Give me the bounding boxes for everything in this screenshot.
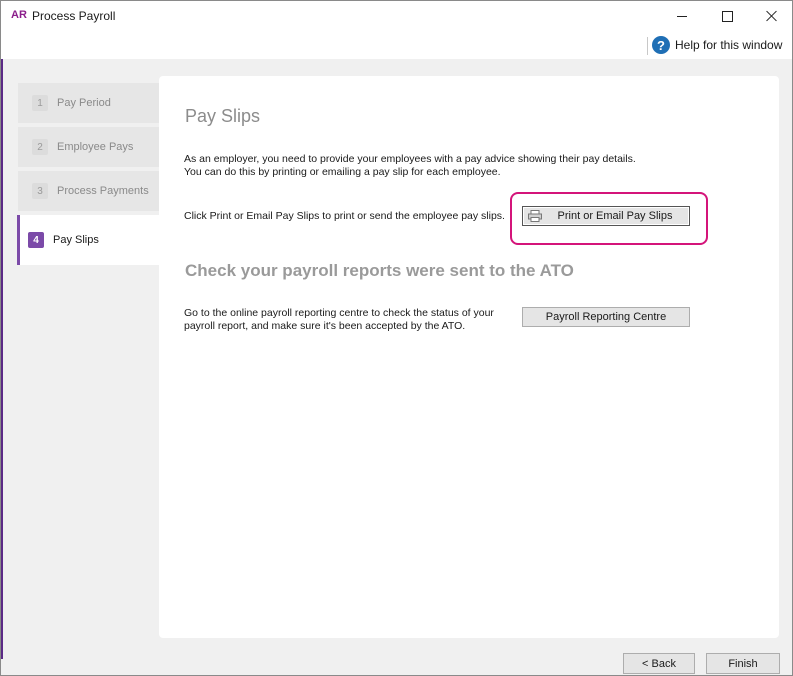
page-title: Pay Slips xyxy=(185,106,261,126)
step-label: Process Payments xyxy=(57,185,149,197)
ato-line-2: payroll report, and make sure it's been … xyxy=(184,320,466,332)
step-employee-pays[interactable]: 2 Employee Pays xyxy=(18,127,159,167)
print-button-label: Print or Email Pay Slips xyxy=(557,210,673,222)
payroll-reporting-centre-button[interactable]: Payroll Reporting Centre xyxy=(522,307,690,327)
finish-button[interactable]: Finish xyxy=(706,653,780,674)
ato-line-1: Go to the online payroll reporting centr… xyxy=(184,307,494,319)
ato-heading: Check your payroll reports were sent to … xyxy=(185,261,574,280)
wizard-steps: 1 Pay Period 2 Employee Pays 3 Process P… xyxy=(17,83,159,269)
close-button[interactable] xyxy=(749,1,792,31)
step-label: Pay Period xyxy=(57,97,111,109)
minimize-icon xyxy=(677,15,687,17)
step-number: 2 xyxy=(32,139,48,155)
minimize-button[interactable] xyxy=(659,1,705,31)
main-panel: Pay Slips As an employer, you need to pr… xyxy=(159,76,779,638)
step-number: 4 xyxy=(28,232,44,248)
printer-icon xyxy=(528,210,542,222)
maximize-button[interactable] xyxy=(704,1,750,31)
step-pay-period[interactable]: 1 Pay Period xyxy=(18,83,159,123)
intro-text: As an employer, you need to provide your… xyxy=(184,153,704,179)
print-or-email-pay-slips-button[interactable]: Print or Email Pay Slips xyxy=(522,206,690,226)
step-label: Pay Slips xyxy=(53,234,99,246)
help-icon: ? xyxy=(652,36,670,54)
accent-edge xyxy=(1,59,3,659)
title-bar: AR Process Payroll xyxy=(1,1,792,33)
ato-text: Go to the online payroll reporting centr… xyxy=(184,307,524,333)
help-link[interactable]: ? Help for this window xyxy=(652,36,782,54)
help-bar: ? Help for this window xyxy=(1,33,792,59)
app-logo: AR xyxy=(11,9,27,21)
close-icon xyxy=(766,10,778,22)
step-pay-slips[interactable]: 4 Pay Slips xyxy=(17,215,159,265)
back-button[interactable]: < Back xyxy=(623,653,695,674)
print-instruction: Click Print or Email Pay Slips to print … xyxy=(184,210,505,222)
step-number: 3 xyxy=(32,183,48,199)
help-label: Help for this window xyxy=(675,38,783,52)
process-payroll-window: AR Process Payroll ? Help for this windo… xyxy=(0,0,793,676)
step-number: 1 xyxy=(32,95,48,111)
window-title: Process Payroll xyxy=(32,9,116,23)
step-label: Employee Pays xyxy=(57,141,134,153)
intro-line-2: You can do this by printing or emailing … xyxy=(184,166,501,178)
step-process-payments[interactable]: 3 Process Payments xyxy=(18,171,159,211)
maximize-icon xyxy=(721,10,733,22)
intro-line-1: As an employer, you need to provide your… xyxy=(184,153,636,165)
help-divider xyxy=(647,37,648,55)
